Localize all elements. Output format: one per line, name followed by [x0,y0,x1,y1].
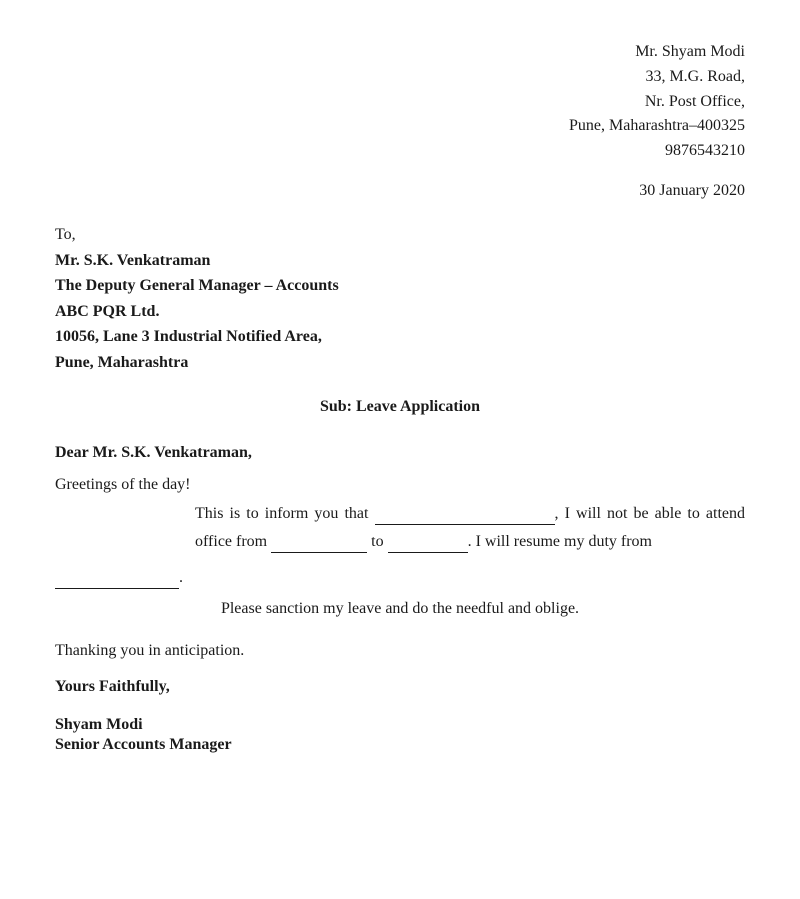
body2-end: . [179,569,183,586]
recipient-title: The Deputy General Manager – Accounts [55,273,745,299]
thanking-line: Thanking you in anticipation. [55,642,745,660]
recipient-name: Mr. S.K. Venkatraman [55,248,745,274]
sender-name: Mr. Shyam Modi [55,40,745,65]
sender-address2: Nr. Post Office, [55,90,745,115]
dear-name: Mr. S.K. Venkatraman, [92,444,251,461]
blank-to [388,552,468,553]
body1-to: to [371,533,383,550]
sender-phone: 9876543210 [55,139,745,164]
signatory-title: Senior Accounts Manager [55,736,745,754]
sender-address1: 33, M.G. Road, [55,65,745,90]
sender-address3: Pune, Maharashtra–400325 [55,114,745,139]
date-block: 30 January 2020 [55,182,745,200]
recipient-address2: Pune, Maharashtra [55,350,745,376]
greeting-line: Greetings of the day! [55,476,745,494]
signatory-name: Shyam Modi [55,716,745,734]
closing-line: Yours Faithfully, [55,678,745,696]
subject-block: Sub: Leave Application [55,398,745,416]
salutation-line: Dear Mr. S.K. Venkatraman, [55,444,745,462]
letter-date: 30 January 2020 [639,182,745,199]
blank-resume-date [55,588,179,589]
body-paragraph-1: This is to inform you that , I will not … [55,500,745,556]
body1-resume: . I will resume my duty from [468,533,652,550]
dear-prefix: Dear [55,444,92,461]
recipient-address1: 10056, Lane 3 Industrial Notified Area, [55,324,745,350]
recipient-company: ABC PQR Ltd. [55,299,745,325]
blank-name [375,524,555,525]
subject-text: Sub: Leave Application [320,398,480,415]
body1-prefix: This is to inform you that [195,505,375,522]
recipient-salutation: To, [55,222,745,248]
sender-block: Mr. Shyam Modi 33, M.G. Road, Nr. Post O… [55,40,745,164]
recipient-block: To, Mr. S.K. Venkatraman The Deputy Gene… [55,222,745,376]
blank-from [271,552,367,553]
